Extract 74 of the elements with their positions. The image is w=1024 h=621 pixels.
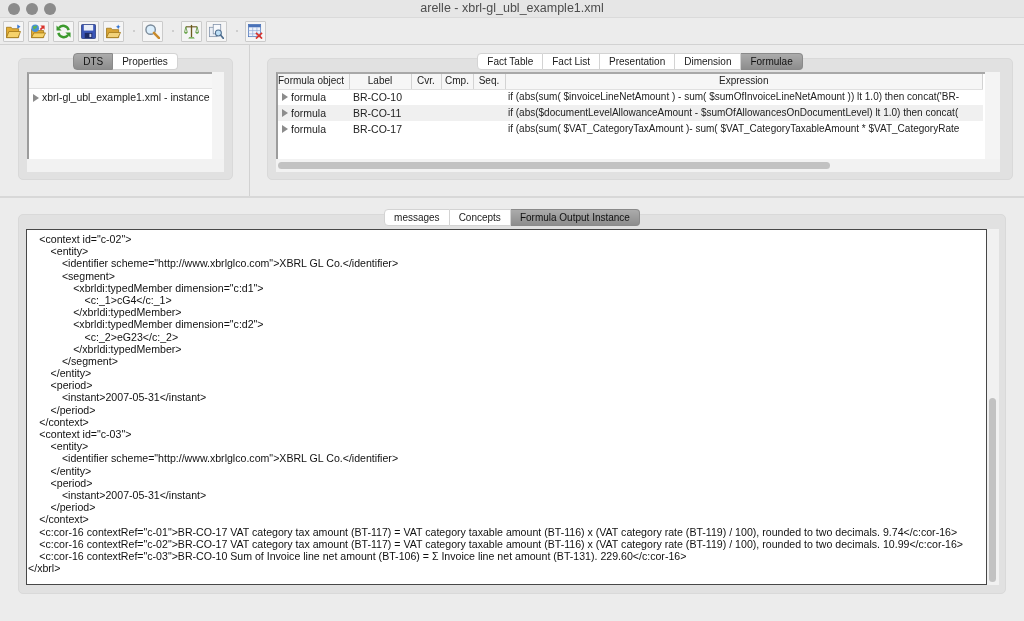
table-cell: BR-CO-11 — [349, 105, 411, 121]
column-header[interactable]: Expression — [505, 74, 983, 89]
column-header[interactable]: Label — [349, 74, 411, 89]
window-minimize-button[interactable] — [26, 2, 38, 15]
column-header[interactable]: Formula object — [278, 74, 349, 89]
tab[interactable]: Formula Output Instance — [510, 209, 640, 226]
code-line: </xbrldi:typedMember> — [72, 306, 183, 319]
table-row[interactable]: formula BR-CO-17 if (abs(sum( $VAT_CategoryTaxAmount )- sum( $VAT_CategoryTaxableAmount * $VAT_CategoryRate — [278, 121, 983, 137]
code-line: <period> — [49, 476, 94, 489]
scales-icon — [184, 23, 199, 39]
search-icon — [145, 23, 160, 39]
code-line: <identifier scheme="http://www.xbrlglco.com">XBRL GL Co.</identifier> — [60, 452, 400, 465]
tree-item[interactable]: xbrl-gl_ubl_example1.xml - instance — [29, 89, 212, 106]
code-line: <entity> — [49, 440, 90, 453]
tab[interactable]: DTS — [73, 53, 114, 70]
tab[interactable]: Formulae — [741, 53, 803, 70]
table-cell: formula — [291, 106, 326, 120]
code-line: <context id="c-03"> — [38, 428, 133, 441]
code-line: <context id="c-02"> — [38, 233, 133, 246]
tab[interactable]: Fact List — [543, 53, 601, 70]
expand-arrow-icon[interactable] — [282, 93, 288, 102]
refresh-icon — [56, 23, 71, 39]
column-header[interactable]: Cmp. — [441, 74, 473, 89]
column-header[interactable]: Cvr. — [411, 74, 441, 89]
code-line: <xbrldi:typedMember dimension="c:d1"> — [73, 281, 265, 294]
code-line: <instant>2007-05-31</instant> — [60, 391, 208, 404]
tab[interactable]: Presentation — [600, 53, 676, 70]
expand-arrow-icon[interactable] — [33, 93, 39, 102]
code-line: </xbrl> — [27, 562, 62, 575]
column-header[interactable]: Seq. — [473, 74, 505, 89]
expand-arrow-icon[interactable] — [282, 109, 288, 117]
table-row[interactable]: formula BR-CO-11 if (abs($documentLevelAllowanceAmount - $sumOfAllowancesOnDocumentLevel) lt 1.0) then concat( — [278, 105, 983, 121]
code-line: <entity> — [49, 245, 90, 258]
table-cell: if (abs(sum( $VAT_CategoryTaxAmount )- sum( $VAT_CategoryTaxableAmount * $VAT_CategoryRate — [505, 121, 983, 137]
code-line: <xbrldi:typedMember dimension="c:d2"> — [72, 318, 265, 331]
code-line: </context> — [38, 415, 89, 428]
table-cell: if (abs($documentLevelAllowanceAmount - $sumOfAllowancesOnDocumentLevel) lt 1.0) then concat( — [505, 105, 983, 121]
tab[interactable]: Dimension — [675, 53, 742, 70]
folder-globe-icon — [31, 23, 46, 39]
code-line: </entity> — [49, 464, 93, 477]
code-line: </xbrldi:typedMember> — [72, 342, 183, 355]
tab[interactable]: Properties — [113, 53, 178, 70]
code-line: <identifier scheme="http://www.xbrlglco.com">XBRL GL Co.</identifier> — [60, 257, 400, 270]
scrollbar-thumb[interactable] — [989, 398, 996, 582]
code-line: <c:_2>eG23</c:_2> — [83, 330, 180, 343]
expand-arrow-icon[interactable] — [282, 125, 288, 133]
code-line: <c:cor-16 contextRef="c-02">BR-CO-17 VAT category tax amount (BT-117) = VAT category taxable amount (BT-116) x (VAT category rate (BT-119) / 100), rounded to two decimals. 10.99</c:cor-16> — [38, 537, 965, 550]
code-line: </period> — [49, 403, 97, 416]
table-cell: formula — [291, 90, 326, 104]
toolbar-button[interactable] — [78, 20, 99, 42]
code-line: <c:cor-16 contextRef="c-03">BR-CO-10 Sum of Invoice line net amount (BT-106) = Σ Invoice line net amount (BT-131). 229.60</c:cor-16> — [38, 549, 687, 563]
table-cell: formula — [291, 122, 326, 136]
code-line: </period> — [49, 501, 97, 514]
window-close-button[interactable] — [8, 2, 20, 15]
code-line: <segment> — [60, 269, 116, 282]
folder-sparkle-icon — [106, 23, 121, 39]
tab[interactable]: Concepts — [449, 209, 511, 226]
code-line: <c:cor-16 contextRef="c-01">BR-CO-17 VAT category tax amount (BT-117) = VAT category taxable amount (BT-116) x (VAT category rate (BT-119) / 100), rounded to two decimals. 9.74</c:cor-16> — [38, 525, 959, 538]
tab[interactable]: Fact Table — [477, 53, 544, 70]
code-line: </entity> — [49, 367, 93, 380]
window-zoom-button[interactable] — [44, 2, 56, 15]
table-row[interactable]: formula BR-CO-10 if (abs(sum( $invoiceLineNetAmount ) - sum( $sumOfInvoiceLineNetAmount )) lt 1.0) then concat('BR- — [278, 89, 983, 105]
tab[interactable]: messages — [384, 209, 450, 226]
folder-arrow-icon — [6, 23, 21, 39]
code-line: </context> — [38, 513, 90, 526]
code-line: <c:_1>cG4</c:_1> — [84, 293, 173, 307]
scrollbar-thumb[interactable] — [278, 162, 830, 169]
toolbar-button[interactable] — [181, 20, 202, 42]
code-line: <instant>2007-05-31</instant> — [61, 488, 208, 502]
document-magnifier-icon — [209, 23, 224, 39]
code-line: <period> — [49, 379, 94, 392]
code-line: </segment> — [60, 354, 118, 368]
window-title: arelle - xbrl-gl_ubl_example1.xml — [420, 1, 604, 16]
table-x-icon — [248, 23, 263, 39]
